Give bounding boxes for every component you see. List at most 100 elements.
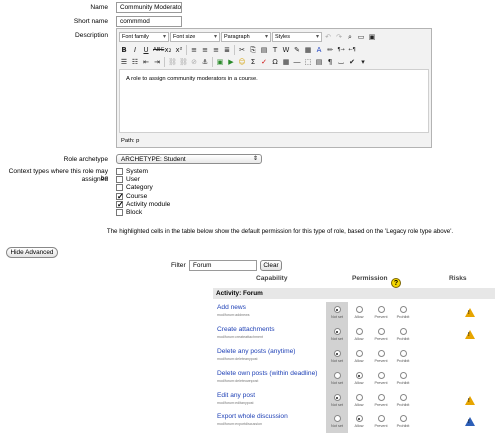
permission-radio[interactable]: [333, 350, 341, 357]
capability-name-link[interactable]: Delete any posts (anytime): [217, 348, 295, 355]
permission-radio[interactable]: [355, 372, 363, 379]
cleanup-icon[interactable]: ✎: [292, 45, 302, 55]
strikethrough-icon[interactable]: ABC: [152, 45, 164, 55]
shortname-input[interactable]: commmod: [116, 16, 182, 27]
risk-warning-icon[interactable]: !: [465, 396, 475, 405]
nonbreaking-space-icon[interactable]: ⌴: [336, 57, 346, 67]
checkbox-checked[interactable]: ✓: [116, 200, 124, 208]
editor-content-area[interactable]: A role to assign community moderators in…: [119, 69, 429, 133]
permission-radio[interactable]: [355, 415, 363, 422]
capability-name-link[interactable]: Add news: [217, 304, 246, 311]
numbered-list-icon[interactable]: ☷: [130, 57, 140, 67]
insert-media-icon[interactable]: ▶: [226, 57, 236, 67]
risk-personal-icon[interactable]: !: [465, 417, 475, 426]
context-item-category[interactable]: Category: [116, 184, 170, 192]
checkbox[interactable]: [116, 209, 123, 217]
table-icon[interactable]: ▦: [281, 57, 291, 67]
context-item-activity-module[interactable]: ✓ Activity module: [116, 200, 170, 208]
indent-icon[interactable]: ⇥: [152, 57, 162, 67]
unlink-icon[interactable]: ⛓: [178, 57, 188, 67]
insert-image-icon[interactable]: ▣: [215, 57, 225, 67]
more-dropdown-icon[interactable]: ▾: [358, 57, 368, 67]
subscript-icon[interactable]: x₂: [163, 45, 173, 55]
align-left-icon[interactable]: ≡: [189, 45, 199, 55]
emoticon-icon[interactable]: ☺: [237, 57, 247, 67]
spell-language-icon[interactable]: ✔: [347, 57, 357, 67]
permission-radio[interactable]: [399, 306, 407, 313]
equation-icon[interactable]: Σ: [248, 57, 258, 67]
checkbox[interactable]: [116, 175, 123, 183]
capability-name-link[interactable]: Edit any post: [217, 392, 255, 399]
bullet-list-icon[interactable]: ☰: [119, 57, 129, 67]
html-source-icon[interactable]: ▤: [314, 57, 324, 67]
permission-radio[interactable]: [399, 328, 407, 335]
permission-radio[interactable]: [399, 394, 407, 401]
copy-icon[interactable]: ⎘: [248, 45, 258, 55]
background-color-icon[interactable]: ✏: [325, 45, 335, 55]
checkbox[interactable]: [116, 184, 123, 192]
permission-radio[interactable]: [377, 415, 385, 422]
context-item-user[interactable]: User: [116, 175, 170, 183]
permission-radio[interactable]: [399, 415, 407, 422]
checkbox[interactable]: [116, 167, 123, 175]
right-to-left-icon[interactable]: ←¶: [347, 45, 357, 55]
checkbox-checked[interactable]: ✓: [116, 192, 124, 200]
permission-radio[interactable]: [333, 415, 341, 422]
spellcheck-icon[interactable]: ✓: [259, 57, 269, 67]
styles-dropdown[interactable]: Styles: [272, 32, 322, 42]
nolink-icon[interactable]: ⊘: [189, 57, 199, 67]
permission-radio[interactable]: [377, 328, 385, 335]
align-center-icon[interactable]: ≡: [200, 45, 210, 55]
align-right-icon[interactable]: ≡: [211, 45, 221, 55]
paste-text-icon[interactable]: T: [270, 45, 280, 55]
permission-radio[interactable]: [355, 350, 363, 357]
clear-button[interactable]: Clear: [260, 260, 282, 271]
italic-icon[interactable]: I: [130, 45, 140, 55]
capability-name-link[interactable]: Create attachments: [217, 326, 275, 333]
permission-radio[interactable]: [355, 394, 363, 401]
context-item-system[interactable]: System: [116, 167, 170, 175]
permission-radio[interactable]: [377, 372, 385, 379]
select-all-icon[interactable]: ▦: [303, 45, 313, 55]
find-icon[interactable]: ⌕: [345, 32, 355, 42]
left-to-right-icon[interactable]: ¶→: [336, 45, 346, 55]
redo-icon[interactable]: ↷: [334, 32, 344, 42]
permission-radio[interactable]: [377, 306, 385, 313]
cut-icon[interactable]: ✂: [237, 45, 247, 55]
font-size-dropdown[interactable]: Font size: [170, 32, 220, 42]
text-color-icon[interactable]: A: [314, 45, 324, 55]
link-icon[interactable]: ⛓: [167, 57, 177, 67]
filter-input[interactable]: Forum: [189, 260, 257, 271]
show-blocks-icon[interactable]: ¶: [325, 57, 335, 67]
image-icon[interactable]: ▣: [367, 32, 377, 42]
permission-radio[interactable]: [333, 328, 341, 335]
permission-radio[interactable]: [333, 372, 341, 379]
permission-radio[interactable]: [333, 394, 341, 401]
capability-name-link[interactable]: Export whole discussion: [217, 413, 288, 420]
permission-radio[interactable]: [399, 372, 407, 379]
superscript-icon[interactable]: x²: [174, 45, 184, 55]
permission-radio[interactable]: [355, 306, 363, 313]
permission-radio[interactable]: [377, 350, 385, 357]
name-input[interactable]: Community Moderator: [116, 2, 182, 13]
permission-radio[interactable]: [377, 394, 385, 401]
underline-icon[interactable]: U: [141, 45, 151, 55]
outdent-icon[interactable]: ⇤: [141, 57, 151, 67]
permission-radio[interactable]: [399, 350, 407, 357]
special-char-icon[interactable]: Ω: [270, 57, 280, 67]
justify-icon[interactable]: ≣: [222, 45, 232, 55]
archetype-select[interactable]: ARCHETYPE: Student: [116, 154, 262, 164]
fullscreen-icon[interactable]: ▭: [356, 32, 366, 42]
anchor-icon[interactable]: ⚓: [200, 57, 210, 67]
undo-icon[interactable]: ↶: [323, 32, 333, 42]
visual-aid-icon[interactable]: ⬚: [303, 57, 313, 67]
risk-warning-icon[interactable]: !: [465, 308, 475, 317]
permission-radio[interactable]: [333, 306, 341, 313]
font-family-dropdown[interactable]: Font family: [119, 32, 169, 42]
context-item-block[interactable]: Block: [116, 208, 170, 217]
horizontal-rule-icon[interactable]: ―: [292, 57, 302, 67]
permission-radio[interactable]: [355, 328, 363, 335]
paste-icon[interactable]: ▤: [259, 45, 269, 55]
hide-advanced-button[interactable]: Hide Advanced: [6, 247, 58, 258]
context-item-course[interactable]: ✓ Course: [116, 192, 170, 200]
